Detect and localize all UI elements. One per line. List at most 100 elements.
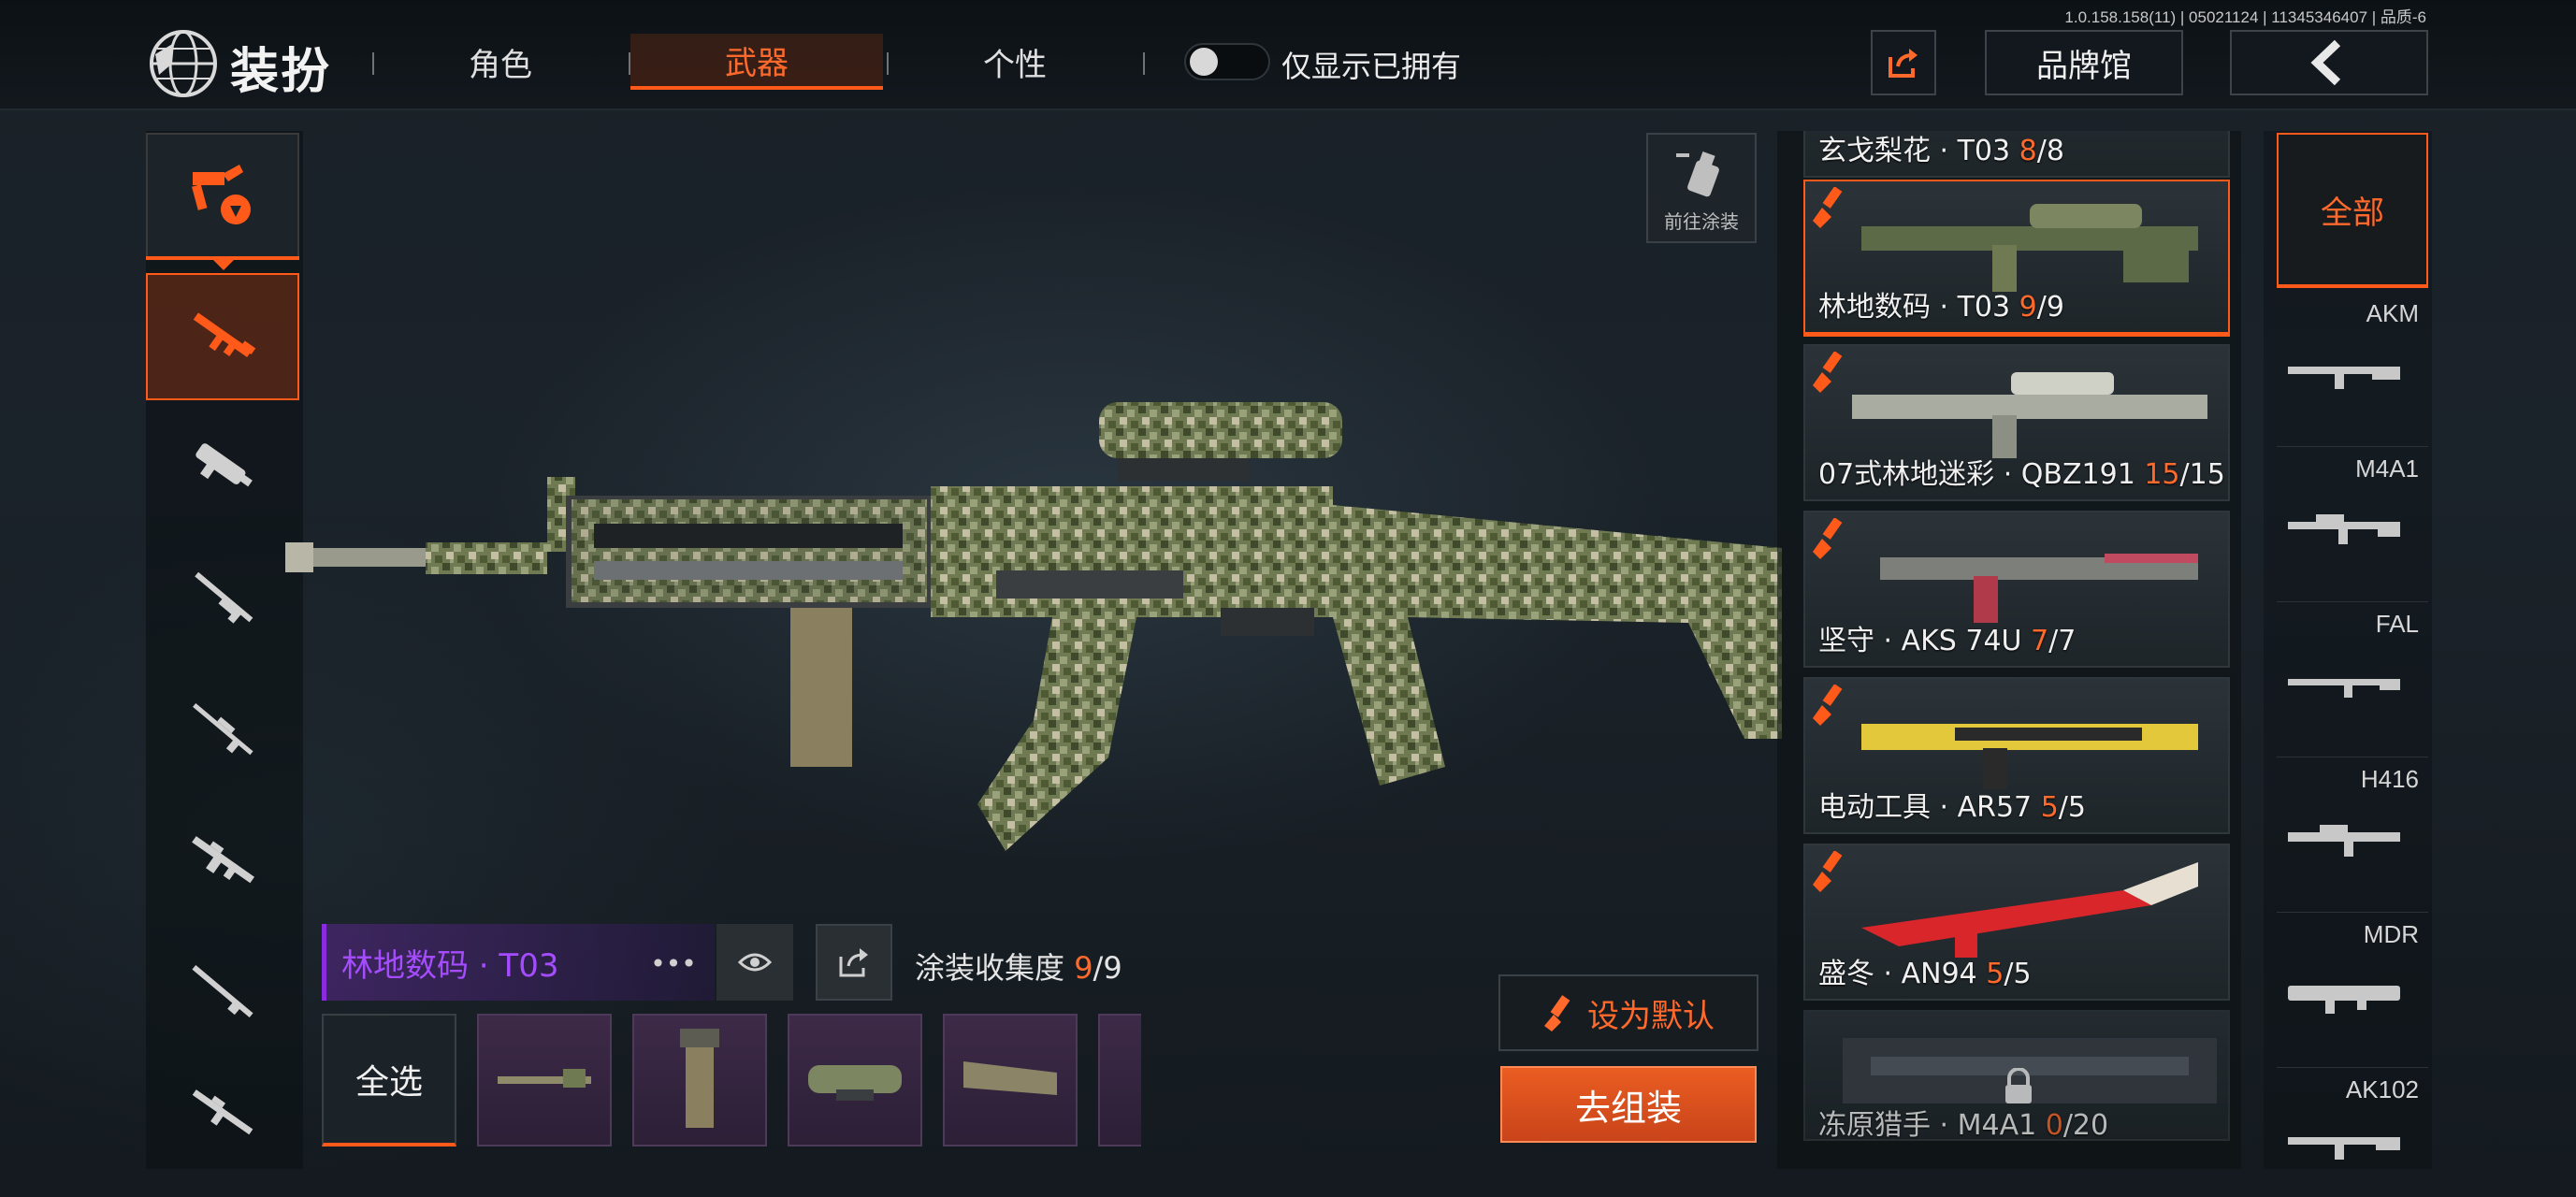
owned-only-toggle[interactable] — [1184, 43, 1270, 80]
weapon-filter: 全部 AKM M4A1 FAL H416 MDR AK102 — [2264, 131, 2432, 1169]
skin-thumbnail — [1861, 862, 2198, 958]
category-sniper-rifle[interactable] — [146, 666, 299, 793]
back-button[interactable] — [2230, 30, 2428, 95]
category-assault-rifle[interactable] — [146, 273, 299, 400]
active-caret — [213, 260, 234, 270]
category-smg[interactable] — [146, 404, 299, 531]
goto-paint-button[interactable]: 前往涂装 — [1646, 133, 1757, 243]
paint-brush-icon — [1813, 851, 1843, 892]
skin-caption: 玄戈梨花 · T03 8/8 — [1818, 131, 2064, 168]
skin-card[interactable]: 坚守 · AKS 74U 7/7 — [1803, 511, 2230, 668]
filter-item-label: AKM — [2366, 299, 2419, 327]
skin-card[interactable]: 电动工具 · AR57 5/5 — [1803, 677, 2230, 834]
paint-brush-icon — [1813, 352, 1843, 393]
part-slot-scope[interactable] — [788, 1014, 922, 1147]
toggle-knob — [1190, 48, 1218, 76]
skin-total: /20 — [2062, 1109, 2109, 1141]
mdr-icon — [2288, 986, 2400, 1014]
grip-part-icon — [680, 1029, 719, 1128]
skin-caption: 冻原猎手 · M4A1 0/20 — [1818, 1102, 2109, 1141]
filter-item-akm[interactable]: AKM — [2277, 292, 2428, 447]
skin-name: 07式林地迷彩 · QBZ191 — [1818, 458, 2145, 491]
barrel-part-icon — [498, 1069, 591, 1088]
ellipsis-icon: ••• — [650, 947, 697, 979]
ak102-icon — [2288, 1137, 2400, 1160]
category-machine-gun[interactable] — [146, 797, 299, 924]
assemble-button[interactable]: 去组装 — [1500, 1066, 1757, 1143]
skin-name: 冻原猎手 · M4A1 — [1818, 1109, 2046, 1141]
tab-personality[interactable]: 个性 — [889, 34, 1141, 90]
rifle-icon — [192, 1089, 253, 1135]
category-marksman-rifle[interactable] — [146, 928, 299, 1055]
set-default-label: 设为默认 — [1587, 997, 1715, 1035]
skin-have: 15 — [2144, 458, 2180, 491]
skin-total: /7 — [2048, 625, 2077, 657]
skin-total: /5 — [2004, 958, 2032, 990]
skin-have: 5 — [2040, 791, 2059, 824]
preview-button[interactable] — [716, 924, 793, 1001]
part-slot-stock[interactable] — [943, 1014, 1078, 1147]
skin-name: 玄戈梨花 · T03 — [1818, 135, 2019, 167]
filter-item-label: FAL — [2375, 610, 2419, 638]
skin-card[interactable]: 07式林地迷彩 · QBZ191 15/15 — [1803, 344, 2230, 501]
share-button[interactable] — [1871, 30, 1936, 95]
skin-card[interactable]: 玄戈梨花 · T03 8/8 — [1803, 131, 2230, 178]
more-options-button[interactable]: ••• — [645, 935, 702, 991]
category-rifle[interactable] — [146, 1059, 299, 1169]
machine-gun-icon — [192, 836, 254, 884]
weapon-preview — [285, 402, 1782, 851]
version-info: 1.0.158.158(11) | 05021124 | 11345346407… — [2064, 8, 2426, 26]
skin-category-button[interactable] — [146, 133, 299, 260]
collection-label: 涂装收集度 — [915, 950, 1065, 986]
filter-item-m4a1[interactable]: M4A1 — [2277, 447, 2428, 602]
skin-name: 林地数码 · T03 — [1818, 291, 2019, 324]
filter-item-label: MDR — [2363, 920, 2419, 948]
skin-have: 9 — [2019, 291, 2037, 324]
part-slot-grip[interactable] — [632, 1014, 767, 1147]
tab-character[interactable]: 角色 — [374, 34, 627, 90]
category-shotgun[interactable] — [146, 535, 299, 662]
skin-brush-icon — [192, 165, 251, 224]
skin-total: /15 — [2179, 458, 2225, 491]
part-slot-barrel[interactable] — [477, 1014, 612, 1147]
tab-divider — [1143, 52, 1145, 75]
skin-caption: 电动工具 · AR57 5/5 — [1818, 784, 2086, 825]
akm-icon — [2288, 367, 2400, 389]
skin-thumbnail — [1852, 372, 2207, 458]
skin-have: 7 — [2031, 625, 2049, 657]
paint-brush-icon — [1813, 518, 1843, 559]
marksman-rifle-icon — [192, 964, 253, 1018]
skin-card-locked[interactable]: 冻原猎手 · M4A1 0/20 — [1803, 1010, 2230, 1141]
brand-hall-button[interactable]: 品牌馆 — [1985, 30, 2183, 95]
skin-name: 盛冬 · AN94 — [1818, 958, 1987, 990]
scope-part-icon — [808, 1065, 902, 1101]
skin-card[interactable]: 盛冬 · AN94 5/5 — [1803, 844, 2230, 1001]
filter-item-h416[interactable]: H416 — [2277, 757, 2428, 913]
stock-part-icon — [963, 1061, 1057, 1095]
part-slot-more[interactable] — [1098, 1014, 1141, 1147]
filter-item-ak102[interactable]: AK102 — [2277, 1068, 2428, 1169]
select-all-button[interactable]: 全选 — [322, 1014, 456, 1147]
share-icon — [839, 948, 868, 977]
filter-all-button[interactable]: 全部 — [2277, 133, 2428, 288]
skin-card[interactable]: 林地数码 · T03 9/9 — [1803, 180, 2230, 337]
filter-item-mdr[interactable]: MDR — [2277, 913, 2428, 1068]
skin-caption: 林地数码 · T03 9/9 — [1818, 283, 2064, 324]
filter-item-fal[interactable]: FAL — [2277, 602, 2428, 757]
skin-have: 0 — [2045, 1109, 2063, 1141]
skin-total: /9 — [2036, 291, 2064, 324]
tab-weapon[interactable]: 武器 — [630, 34, 883, 90]
set-default-button[interactable]: 设为默认 — [1498, 974, 1758, 1051]
skin-thumbnail — [1861, 724, 2198, 789]
globe-logo-icon — [150, 30, 217, 97]
filter-item-label: AK102 — [2345, 1075, 2419, 1103]
eye-icon — [738, 953, 772, 972]
assault-rifle-icon — [193, 312, 256, 357]
collection-have: 9 — [1074, 950, 1093, 986]
smg-icon — [195, 443, 253, 487]
skin-caption: 坚守 · AKS 74U 7/7 — [1818, 617, 2076, 658]
chevron-left-icon — [2310, 39, 2341, 86]
share-skin-button[interactable] — [816, 924, 892, 1001]
fal-icon — [2288, 679, 2400, 698]
filter-item-label: H416 — [2360, 765, 2419, 793]
